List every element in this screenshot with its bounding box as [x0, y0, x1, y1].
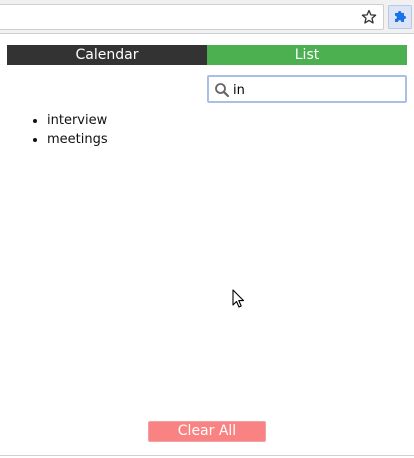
list-item[interactable]: meetings: [47, 130, 108, 149]
view-tabs: Calendar List: [7, 45, 407, 65]
address-bar[interactable]: [0, 4, 384, 30]
tab-calendar[interactable]: Calendar: [7, 45, 207, 65]
browser-toolbar: [0, 0, 414, 34]
search-input[interactable]: [233, 80, 401, 100]
mouse-cursor-icon: [232, 289, 246, 309]
divider: [0, 455, 414, 456]
search-box[interactable]: [207, 75, 407, 103]
list-item[interactable]: interview: [47, 111, 108, 130]
results-list: interview meetings: [47, 111, 108, 149]
extension-button[interactable]: [388, 5, 412, 29]
clear-all-button[interactable]: Clear All: [148, 421, 266, 442]
star-icon[interactable]: [361, 9, 377, 25]
tab-list[interactable]: List: [207, 45, 407, 65]
